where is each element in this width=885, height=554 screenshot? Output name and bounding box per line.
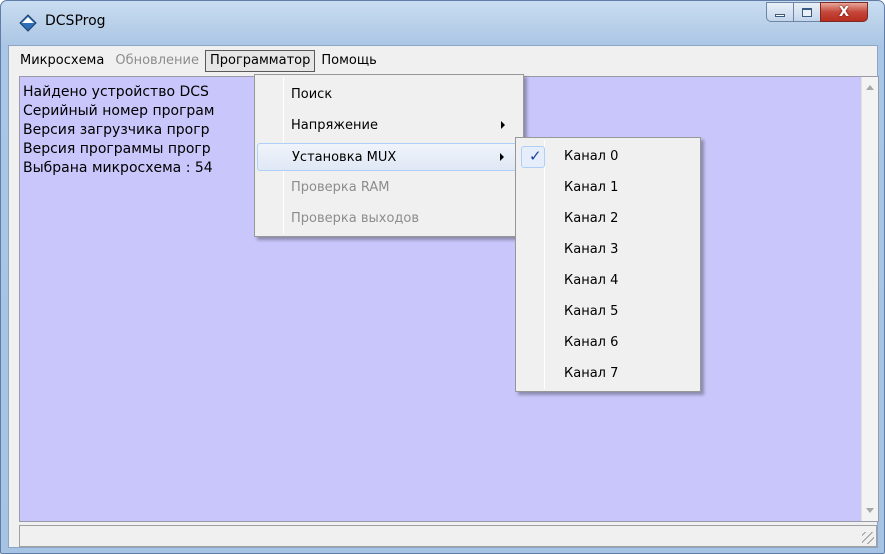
submenu-arrow-icon (501, 121, 505, 129)
log-line: Версия программы прогр (23, 141, 211, 157)
status-bar (19, 525, 877, 547)
window-title: DCSProg (45, 13, 106, 29)
menu-item-label: Проверка RAM (291, 180, 390, 195)
title-bar[interactable]: DCSProg X (1, 1, 884, 45)
menu-item-outputs-check[interactable]: Проверка выходов (257, 205, 521, 233)
menu-item-search[interactable]: Поиск (257, 81, 521, 109)
maximize-icon (802, 7, 812, 17)
checkmark-icon: ✓ (529, 147, 542, 165)
submenu-arrow-icon (500, 153, 504, 161)
mux-channel-6[interactable]: Канал 6 (518, 329, 698, 357)
menu-item-label: Канал 7 (564, 366, 619, 381)
menu-item-label: Канал 2 (564, 211, 619, 226)
menu-item-voltage[interactable]: Напряжение (257, 112, 521, 140)
scroll-down-icon[interactable] (866, 508, 874, 513)
log-line: Выбрана микросхема : 54 (23, 160, 213, 176)
log-line: Версия загрузчика прогр (23, 122, 210, 138)
vertical-scrollbar[interactable] (861, 77, 878, 521)
close-button[interactable]: X (820, 2, 868, 22)
menu-update[interactable]: Обновление (110, 50, 204, 72)
menu-item-label: Проверка выходов (291, 211, 420, 226)
app-logo-icon (19, 14, 37, 32)
menu-item-label: Канал 0 (564, 149, 619, 164)
minimize-icon (775, 13, 785, 17)
resize-grip-icon[interactable] (862, 532, 874, 544)
mux-channel-3[interactable]: Канал 3 (518, 236, 698, 264)
log-line: Найдено устройство DCS (23, 84, 209, 100)
programmer-dropdown: Поиск Напряжение Установка MUX Проверка … (254, 74, 524, 237)
mux-channel-1[interactable]: Канал 1 (518, 174, 698, 202)
mux-channel-4[interactable]: Канал 4 (518, 267, 698, 295)
menu-item-label: Канал 3 (564, 242, 619, 257)
menu-item-label: Канал 5 (564, 304, 619, 319)
menu-help[interactable]: Помощь (316, 50, 381, 72)
mux-channel-7[interactable]: Канал 7 (518, 360, 698, 388)
maximize-button[interactable] (793, 2, 820, 22)
menu-item-ram-check[interactable]: Проверка RAM (257, 174, 521, 202)
menu-item-label: Канал 6 (564, 335, 619, 350)
log-line: Серийный номер програм (23, 103, 215, 119)
menu-item-label: Напряжение (291, 118, 378, 133)
menu-item-label: Канал 4 (564, 273, 619, 288)
menu-item-label: Установка MUX (292, 150, 397, 165)
scroll-up-icon[interactable] (866, 85, 874, 90)
mux-channel-0[interactable]: ✓ Канал 0 (518, 143, 698, 171)
menu-bar: Микросхема Обновление Программатор Помощ… (9, 46, 877, 76)
mux-channel-2[interactable]: Канал 2 (518, 205, 698, 233)
mux-submenu: ✓ Канал 0 Канал 1 Канал 2 Канал 3 Канал … (515, 137, 701, 392)
minimize-button[interactable] (766, 2, 793, 22)
menu-programmer[interactable]: Программатор (204, 50, 316, 72)
menu-item-label: Поиск (291, 87, 333, 102)
menu-chip[interactable]: Микросхема (15, 50, 109, 72)
mux-channel-5[interactable]: Канал 5 (518, 298, 698, 326)
menu-item-mux[interactable]: Установка MUX (257, 143, 521, 171)
caption-buttons: X (766, 2, 868, 23)
menu-item-label: Канал 1 (564, 180, 619, 195)
log-lines: Найдено устройство DCS Серийный номер пр… (23, 83, 214, 178)
close-icon: X (838, 4, 850, 20)
